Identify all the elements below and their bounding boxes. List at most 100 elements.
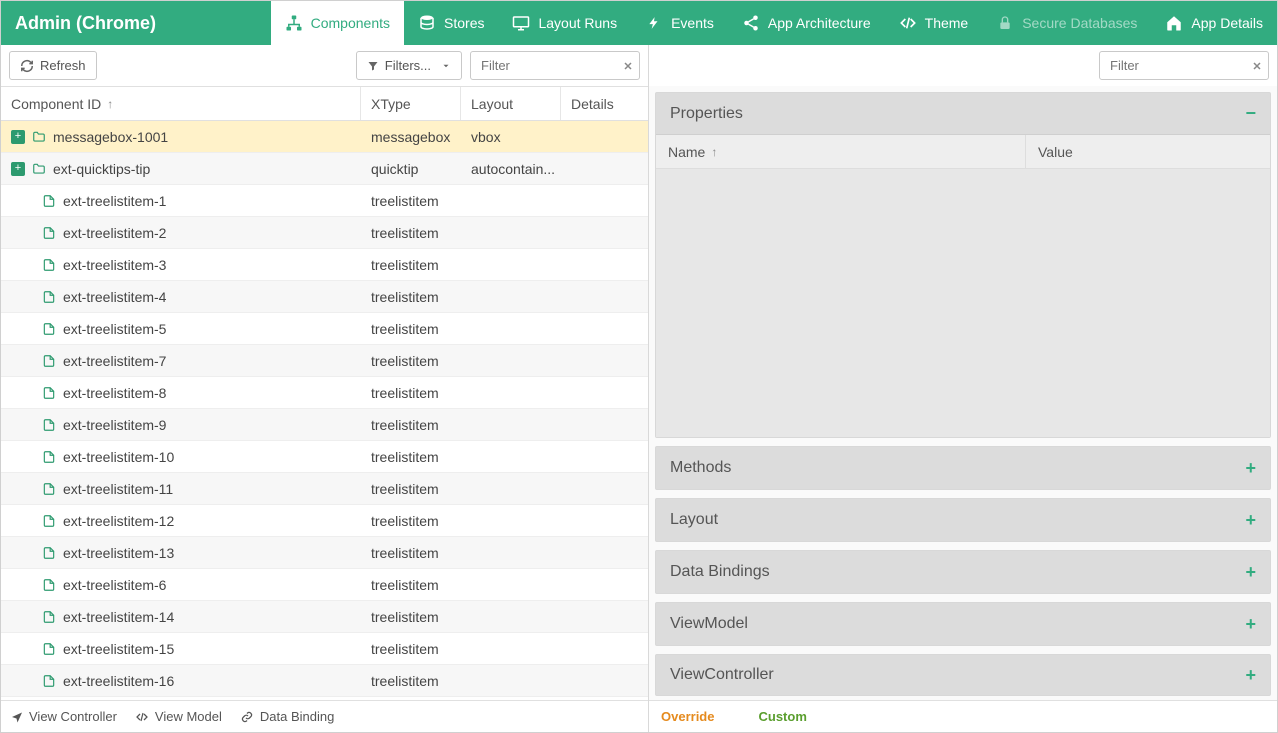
layout-panel-header[interactable]: Layout + bbox=[656, 499, 1270, 541]
location-arrow-icon bbox=[11, 711, 23, 723]
table-row[interactable]: ext-treelistitem-16treelistitem bbox=[1, 665, 648, 697]
cell-component-id: ext-treelistitem-12 bbox=[1, 505, 361, 536]
cell-xtype: treelistitem bbox=[361, 217, 461, 248]
tab-theme[interactable]: Theme bbox=[885, 1, 983, 45]
table-row[interactable]: ext-treelistitem-3treelistitem bbox=[1, 249, 648, 281]
expand-icon[interactable]: + bbox=[11, 162, 25, 176]
cell-layout bbox=[461, 633, 561, 664]
table-row[interactable]: +ext-quicktips-tipquicktipautocontain... bbox=[1, 153, 648, 185]
refresh-button[interactable]: Refresh bbox=[9, 51, 97, 80]
table-row[interactable]: ext-treelistitem-8 treelistitem bbox=[1, 377, 648, 409]
cell-details bbox=[561, 409, 648, 440]
prop-col-value[interactable]: Value bbox=[1026, 135, 1270, 168]
right-footer: Override Custom bbox=[649, 700, 1277, 732]
col-details[interactable]: Details bbox=[561, 87, 648, 120]
cell-details bbox=[561, 121, 648, 152]
expand-placeholder bbox=[21, 258, 35, 272]
table-row[interactable]: ext-treelistitem-13treelistitem bbox=[1, 537, 648, 569]
tab-events[interactable]: Events bbox=[631, 1, 728, 45]
col-xtype-label: XType bbox=[371, 96, 411, 112]
databindings-panel-header[interactable]: Data Bindings + bbox=[656, 551, 1270, 593]
cell-details bbox=[561, 281, 648, 312]
file-icon bbox=[41, 385, 57, 401]
left-filter-input[interactable] bbox=[470, 51, 640, 80]
table-row[interactable]: ext-treelistitem-9treelistitem bbox=[1, 409, 648, 441]
top-bar: Admin (Chrome) ComponentsStoresLayout Ru… bbox=[1, 1, 1277, 45]
table-row[interactable]: ext-treelistitem-1treelistitem bbox=[1, 185, 648, 217]
expand-icon[interactable]: + bbox=[11, 130, 25, 144]
file-icon bbox=[41, 545, 57, 561]
col-layout[interactable]: Layout bbox=[461, 87, 561, 120]
expand-icon: + bbox=[1245, 665, 1256, 686]
viewmodel-panel-header[interactable]: ViewModel + bbox=[656, 603, 1270, 645]
layout-panel: Layout + bbox=[655, 498, 1271, 542]
file-icon bbox=[41, 417, 57, 433]
cell-layout bbox=[461, 473, 561, 504]
home-icon bbox=[1165, 14, 1183, 32]
table-row[interactable]: ext-treelistitem-2treelistitem bbox=[1, 217, 648, 249]
properties-columns: Name ↑ Value bbox=[656, 135, 1270, 169]
methods-panel-header[interactable]: Methods + bbox=[656, 447, 1270, 489]
databindings-title: Data Bindings bbox=[670, 563, 770, 581]
cell-details bbox=[561, 569, 648, 600]
refresh-icon bbox=[20, 59, 34, 73]
left-toolbar: Refresh Filters... bbox=[1, 45, 648, 87]
funnel-icon bbox=[367, 60, 379, 72]
cell-xtype: treelistitem bbox=[361, 569, 461, 600]
folder-icon bbox=[31, 161, 47, 177]
cell-xtype: treelistitem bbox=[361, 377, 461, 408]
data-binding-button[interactable]: Data Binding bbox=[240, 709, 334, 724]
cell-layout bbox=[461, 505, 561, 536]
clear-icon[interactable] bbox=[1251, 60, 1263, 72]
tab-apparch[interactable]: App Architecture bbox=[728, 1, 885, 45]
table-row[interactable]: ext-treelistitem-6treelistitem bbox=[1, 569, 648, 601]
layout-title: Layout bbox=[670, 511, 718, 529]
cell-xtype: treelistitem bbox=[361, 409, 461, 440]
table-row[interactable]: ext-treelistitem-10treelistitem bbox=[1, 441, 648, 473]
properties-panel-header[interactable]: Properties − bbox=[656, 93, 1270, 135]
table-row[interactable]: ext-treelistitem-4treelistitem bbox=[1, 281, 648, 313]
file-icon bbox=[41, 673, 57, 689]
tab-appdetails[interactable]: App Details bbox=[1151, 1, 1277, 45]
file-icon bbox=[41, 289, 57, 305]
expand-placeholder bbox=[21, 354, 35, 368]
expand-placeholder bbox=[21, 546, 35, 560]
component-id-text: ext-treelistitem-12 bbox=[63, 513, 174, 529]
cell-details bbox=[561, 313, 648, 344]
left-pane: Refresh Filters... bbox=[1, 45, 649, 732]
sort-asc-icon: ↑ bbox=[711, 145, 717, 159]
view-model-label: View Model bbox=[155, 709, 222, 724]
cell-xtype: treelistitem bbox=[361, 505, 461, 536]
tab-stores[interactable]: Stores bbox=[404, 1, 498, 45]
cell-xtype: messagebox bbox=[361, 121, 461, 152]
component-id-text: ext-treelistitem-8 bbox=[63, 385, 166, 401]
table-row[interactable]: +messagebox-1001messageboxvbox bbox=[1, 121, 648, 153]
right-filter-input[interactable] bbox=[1099, 51, 1269, 80]
viewcontroller-panel-header[interactable]: ViewController + bbox=[656, 655, 1270, 695]
filters-button[interactable]: Filters... bbox=[356, 51, 462, 80]
view-controller-button[interactable]: View Controller bbox=[11, 709, 117, 724]
component-id-text: ext-treelistitem-16 bbox=[63, 673, 174, 689]
legend-override: Override bbox=[661, 709, 714, 724]
cell-details bbox=[561, 537, 648, 568]
table-row[interactable]: ext-treelistitem-11treelistitem bbox=[1, 473, 648, 505]
viewcontroller-title: ViewController bbox=[670, 666, 774, 684]
tab-components[interactable]: Components bbox=[271, 1, 404, 45]
table-row[interactable]: ext-treelistitem-7treelistitem bbox=[1, 345, 648, 377]
tab-layoutruns[interactable]: Layout Runs bbox=[498, 1, 631, 45]
table-row[interactable]: ext-treelistitem-15treelistitem bbox=[1, 633, 648, 665]
grid-body[interactable]: +messagebox-1001messageboxvbox+ext-quick… bbox=[1, 121, 648, 700]
cell-layout bbox=[461, 441, 561, 472]
col-xtype[interactable]: XType bbox=[361, 87, 461, 120]
clear-icon[interactable] bbox=[622, 60, 634, 72]
bolt-icon bbox=[645, 14, 663, 32]
view-model-button[interactable]: View Model bbox=[135, 709, 222, 724]
cell-component-id: ext-treelistitem-5 bbox=[1, 313, 361, 344]
table-row[interactable]: ext-treelistitem-12 treelistitem bbox=[1, 505, 648, 537]
table-row[interactable]: ext-treelistitem-5treelistitem bbox=[1, 313, 648, 345]
cell-layout bbox=[461, 345, 561, 376]
table-row[interactable]: ext-treelistitem-14treelistitem bbox=[1, 601, 648, 633]
col-component-id[interactable]: Component ID ↑ bbox=[1, 87, 361, 120]
prop-col-name[interactable]: Name ↑ bbox=[656, 135, 1026, 168]
cell-component-id: ext-treelistitem-7 bbox=[1, 345, 361, 376]
